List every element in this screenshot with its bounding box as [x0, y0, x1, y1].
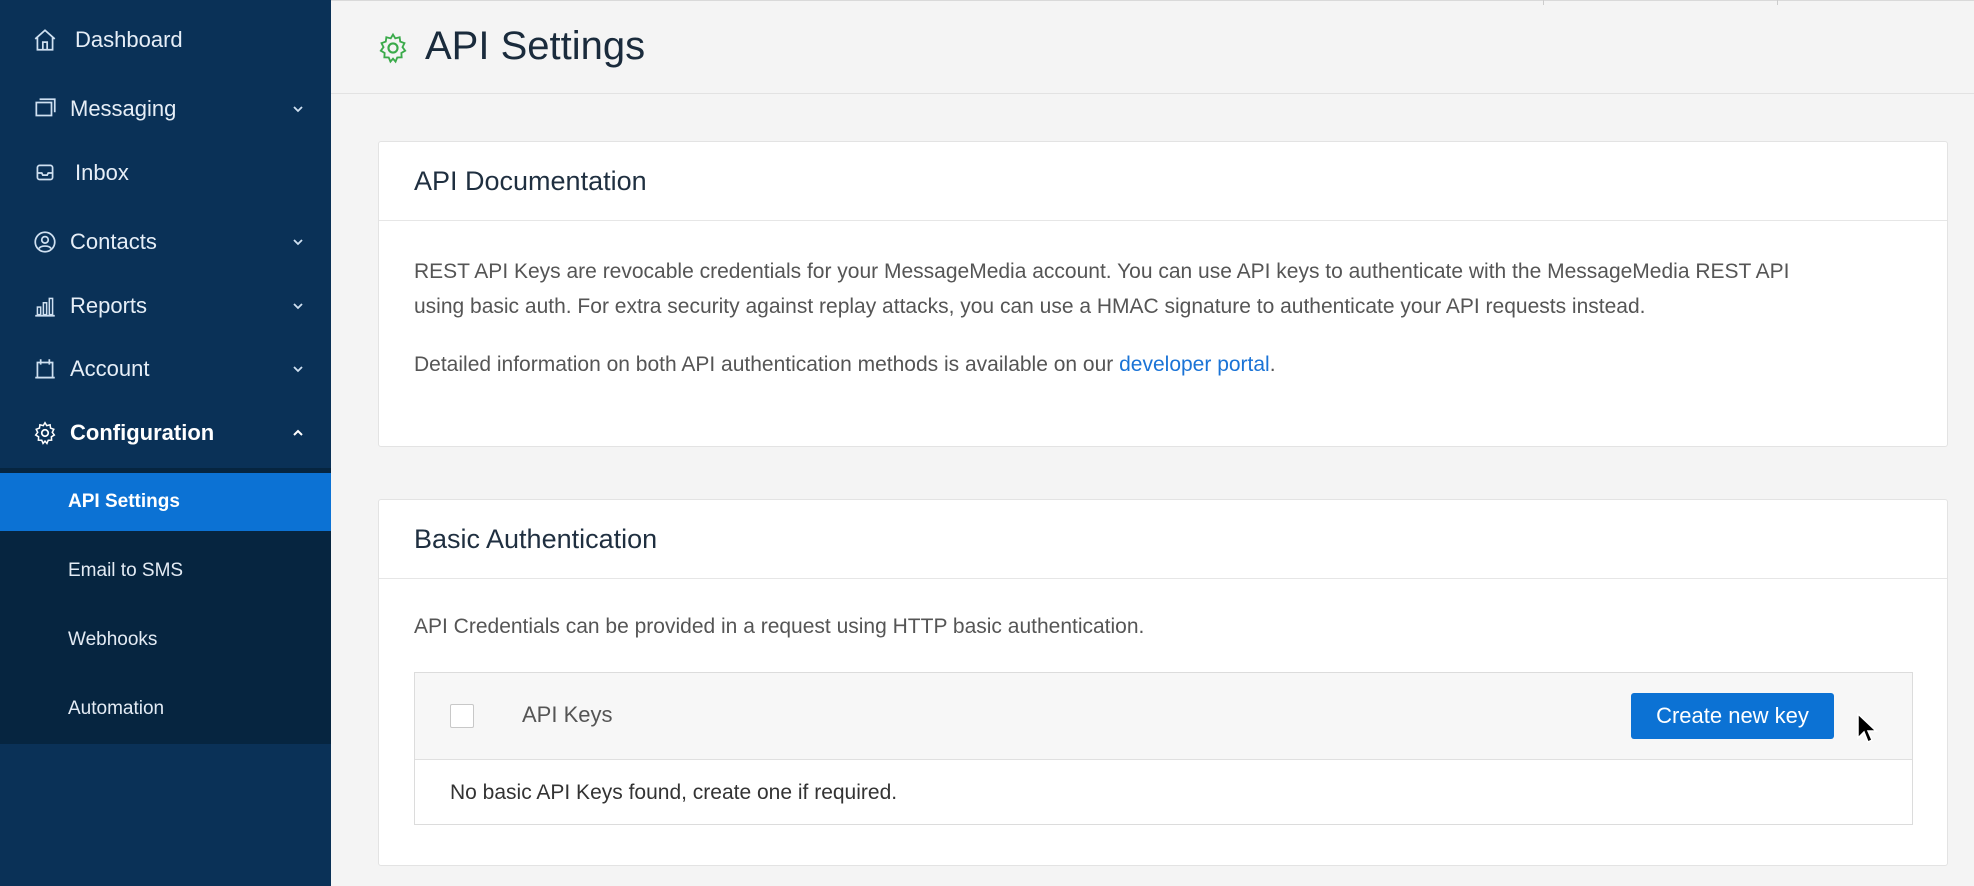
sidebar-item-account[interactable]: Account: [0, 339, 331, 399]
page-header: API Settings: [331, 0, 1974, 94]
reports-icon: [35, 297, 55, 317]
sidebar-item-label: Reports: [70, 293, 148, 318]
sidebar-item-configuration[interactable]: Configuration: [0, 403, 331, 463]
api-docs-paragraph-1: REST API Keys are revocable credentials …: [414, 254, 1914, 324]
submenu-item-webhooks[interactable]: Webhooks: [0, 611, 331, 669]
basic-authentication-card: Basic Authentication API Credentials can…: [378, 499, 1948, 866]
sidebar-item-label: Account: [70, 356, 150, 381]
api-docs-paragraph-2: Detailed information on both API authent…: [414, 347, 1914, 382]
create-new-key-button[interactable]: Create new key: [1631, 693, 1834, 739]
page-title: API Settings: [425, 24, 646, 68]
sidebar-item-contacts[interactable]: Contacts: [0, 212, 331, 272]
sidebar-item-label: Inbox: [75, 160, 129, 185]
developer-portal-link[interactable]: developer portal: [1119, 353, 1270, 376]
sidebar-item-inbox[interactable]: Inbox: [0, 143, 331, 203]
card-header: Basic Authentication: [379, 500, 1947, 579]
submenu-item-label: Automation: [68, 698, 165, 719]
submenu-item-automation[interactable]: Automation: [0, 680, 331, 738]
api-keys-table: API Keys Create new key No basic API Key…: [414, 672, 1913, 825]
api-documentation-card: API Documentation REST API Keys are revo…: [378, 141, 1948, 447]
submenu-item-api-settings[interactable]: API Settings: [0, 473, 331, 531]
sidebar-item-dashboard[interactable]: Dashboard: [0, 10, 331, 70]
column-header-api-keys: API Keys: [522, 702, 613, 727]
api-docs-text: .: [1269, 353, 1276, 376]
gear-icon: [34, 421, 56, 445]
sidebar-item-messaging[interactable]: Messaging: [0, 79, 331, 139]
sidebar: Dashboard Messaging Inbox Contacts Repor…: [0, 0, 331, 886]
chevron-down-icon: [293, 303, 303, 310]
chevron-down-icon: [293, 106, 303, 113]
home-icon: [34, 29, 56, 51]
api-docs-line: REST API Keys are revocable credentials …: [414, 260, 1790, 283]
sidebar-item-reports[interactable]: Reports: [0, 276, 331, 336]
card-title: API Documentation: [414, 166, 647, 196]
configuration-submenu: API Settings Email to SMS Webhooks Autom…: [0, 468, 331, 744]
chevron-down-icon: [293, 239, 303, 246]
table-header: API Keys Create new key: [415, 673, 1912, 760]
submenu-item-label: Webhooks: [68, 629, 158, 650]
submenu-item-label: Email to SMS: [68, 560, 184, 581]
card-title: Basic Authentication: [414, 524, 658, 554]
basic-auth-description: API Credentials can be provided in a req…: [414, 615, 1145, 638]
select-all-checkbox[interactable]: [450, 704, 474, 728]
header-divider: [1543, 0, 1544, 5]
empty-state-message: No basic API Keys found, create one if r…: [450, 781, 898, 804]
chevron-up-icon: [293, 429, 303, 436]
contacts-icon: [34, 231, 56, 253]
sidebar-item-label: Configuration: [70, 420, 215, 445]
sidebar-item-label: Dashboard: [75, 27, 183, 52]
api-docs-line: using basic auth. For extra security aga…: [414, 295, 1646, 318]
account-icon: [35, 359, 55, 379]
sidebar-item-label: Contacts: [70, 229, 157, 254]
inbox-icon: [36, 164, 54, 181]
message-icon: [35, 98, 56, 117]
gear-icon: [379, 32, 407, 64]
mouse-cursor-icon: [1857, 712, 1878, 744]
header-divider: [1777, 0, 1778, 5]
header-top-border: [331, 0, 1974, 5]
api-docs-text: Detailed information on both API authent…: [414, 353, 1120, 376]
sidebar-item-label: Messaging: [70, 96, 177, 121]
card-header: API Documentation: [379, 142, 1947, 221]
submenu-item-email-to-sms[interactable]: Email to SMS: [0, 542, 331, 600]
submenu-item-label: API Settings: [68, 491, 180, 512]
chevron-down-icon: [293, 366, 303, 373]
main-content: API Documentation REST API Keys are revo…: [331, 94, 1974, 886]
